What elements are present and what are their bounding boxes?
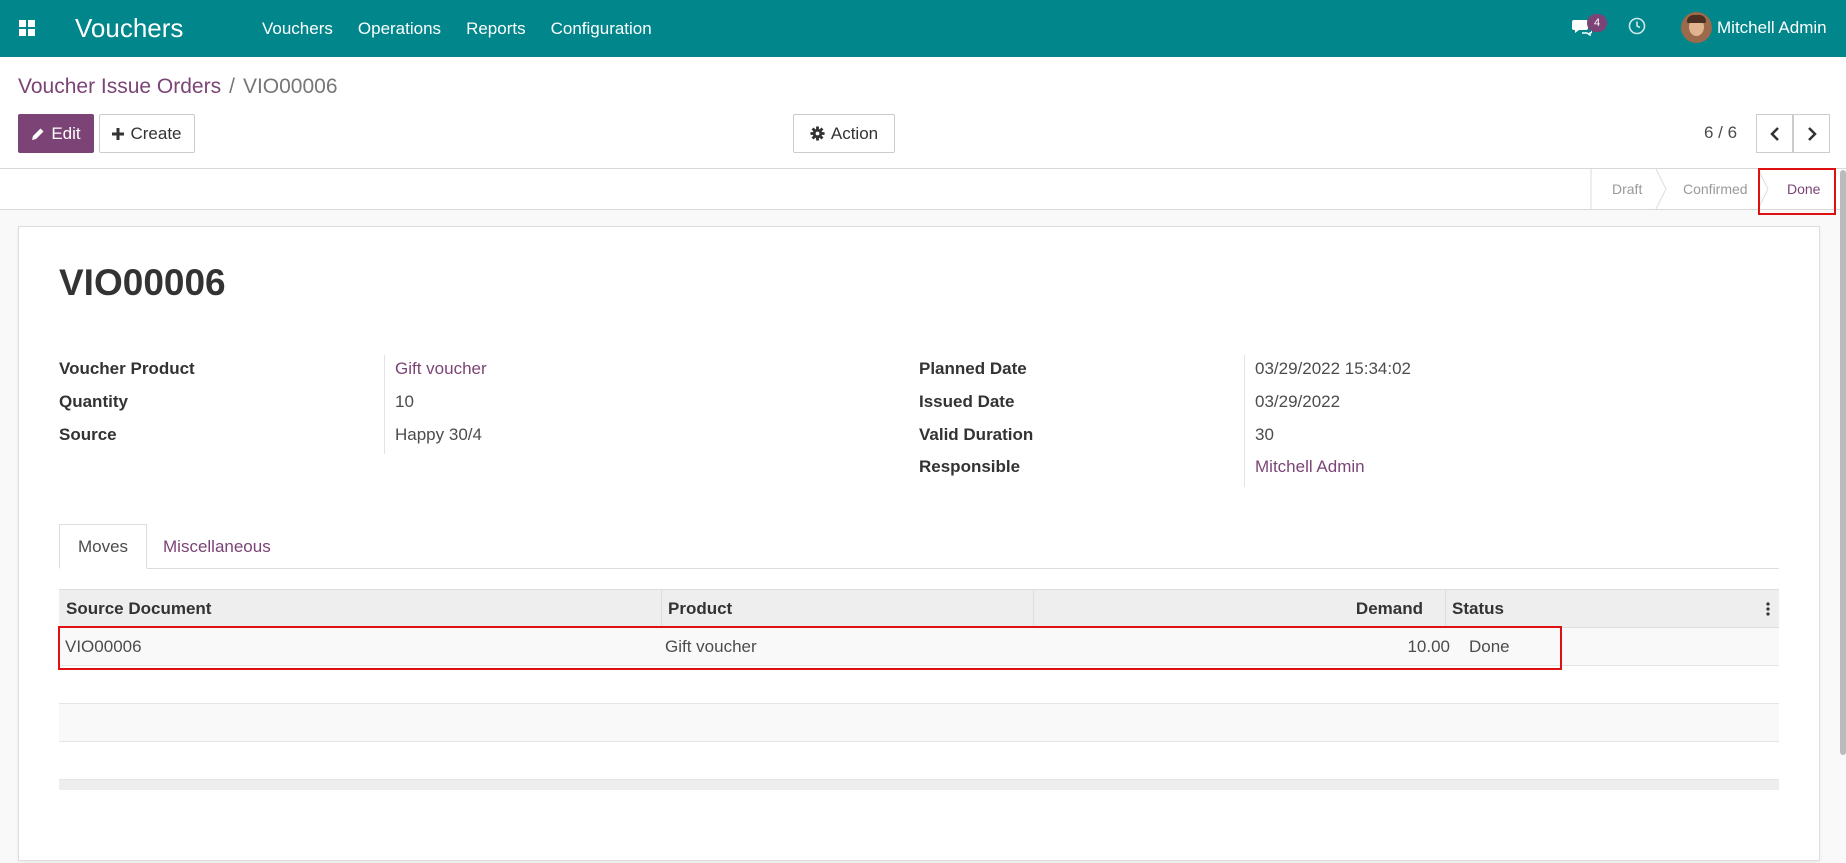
table-footer <box>59 780 1779 790</box>
edit-button[interactable]: Edit <box>18 114 94 153</box>
pencil-icon <box>32 128 44 140</box>
table-empty-row <box>59 704 1779 742</box>
field-divider-right <box>1244 355 1245 487</box>
column-header-status[interactable]: Status <box>1445 590 1504 627</box>
menu-vouchers[interactable]: Vouchers <box>262 19 333 39</box>
chevron-left-icon <box>1769 126 1779 141</box>
highlight-box-stage-done <box>1758 168 1836 215</box>
chat-count-badge: 4 <box>1587 14 1607 32</box>
field-value-planned-date: 03/29/2022 15:34:02 <box>1255 359 1411 378</box>
breadcrumb-current: VIO00006 <box>242 75 338 98</box>
column-options-icon[interactable] <box>1766 602 1770 616</box>
field-label-responsible: Responsible <box>919 457 1021 476</box>
table-empty-row <box>59 742 1779 780</box>
create-button[interactable]: Create <box>99 114 195 153</box>
field-label-source: Source <box>59 425 117 444</box>
column-header-product[interactable]: Product <box>661 590 1033 627</box>
page-scrollbar[interactable] <box>1840 170 1846 755</box>
menu-configuration[interactable]: Configuration <box>551 19 652 39</box>
breadcrumb-separator: / <box>229 75 235 98</box>
create-button-label: Create <box>130 123 182 143</box>
field-value-quantity: 10 <box>395 392 414 411</box>
field-label-voucher-product: Voucher Product <box>59 359 195 378</box>
field-label-valid-duration: Valid Duration <box>919 425 1034 444</box>
menu-operations[interactable]: Operations <box>358 19 441 39</box>
moves-table: Source Document Product Demand Status VI… <box>59 589 1779 790</box>
gear-icon <box>810 126 825 141</box>
edit-button-label: Edit <box>51 123 81 143</box>
chevron-right-icon <box>1807 126 1817 141</box>
menu-reports[interactable]: Reports <box>466 19 526 39</box>
apps-grid-icon[interactable] <box>19 20 35 36</box>
tab-miscellaneous[interactable]: Miscellaneous <box>163 524 271 569</box>
tab-moves[interactable]: Moves <box>59 524 147 569</box>
clock-icon[interactable] <box>1628 17 1646 35</box>
field-divider-left <box>384 355 385 454</box>
app-brand[interactable]: Vouchers <box>75 13 183 44</box>
highlight-box-move-row <box>58 626 1562 670</box>
field-value-responsible[interactable]: Mitchell Admin <box>1255 457 1365 477</box>
field-value-valid-duration: 30 <box>1255 425 1274 444</box>
table-empty-row <box>59 666 1779 704</box>
field-value-issued-date: 03/29/2022 <box>1255 392 1341 411</box>
action-button-label: Action <box>830 123 879 143</box>
notebook-tabs: Moves Miscellaneous <box>59 524 1779 569</box>
stage-confirmed[interactable]: Confirmed <box>1683 169 1748 209</box>
breadcrumb: Voucher Issue Orders / VIO00006 <box>18 75 338 99</box>
table-header: Source Document Product Demand Status <box>59 589 1779 628</box>
pager-previous-button[interactable] <box>1756 114 1793 153</box>
pager-next-button[interactable] <box>1793 114 1830 153</box>
control-panel: Voucher Issue Orders / VIO00006 Edit Creat… <box>0 57 1846 168</box>
action-button[interactable]: Action <box>793 114 895 153</box>
field-label-issued-date: Issued Date <box>919 392 1015 411</box>
main-menu: Vouchers Operations Reports Configuratio… <box>262 19 652 39</box>
record-title: VIO00006 <box>59 262 226 303</box>
field-label-planned-date: Planned Date <box>919 359 1027 378</box>
form-sheet: VIO00006 Voucher Product Gift voucher Qu… <box>18 226 1820 861</box>
column-header-demand[interactable]: Demand <box>1033 590 1445 627</box>
pager-value[interactable]: 6 / 6 <box>1704 123 1737 143</box>
plus-icon <box>112 127 125 140</box>
field-value-source: Happy 30/4 <box>395 425 482 444</box>
stage-draft[interactable]: Draft <box>1612 169 1642 209</box>
field-value-voucher-product[interactable]: Gift voucher <box>395 359 487 379</box>
breadcrumb-parent[interactable]: Voucher Issue Orders <box>18 75 221 98</box>
column-header-source-document[interactable]: Source Document <box>66 590 211 627</box>
top-navbar: Vouchers Vouchers Operations Reports Con… <box>0 0 1846 57</box>
field-label-quantity: Quantity <box>59 392 128 411</box>
user-avatar[interactable] <box>1681 12 1712 43</box>
user-menu-name[interactable]: Mitchell Admin <box>1717 18 1827 38</box>
status-bar: Draft Confirmed Done <box>0 168 1846 210</box>
